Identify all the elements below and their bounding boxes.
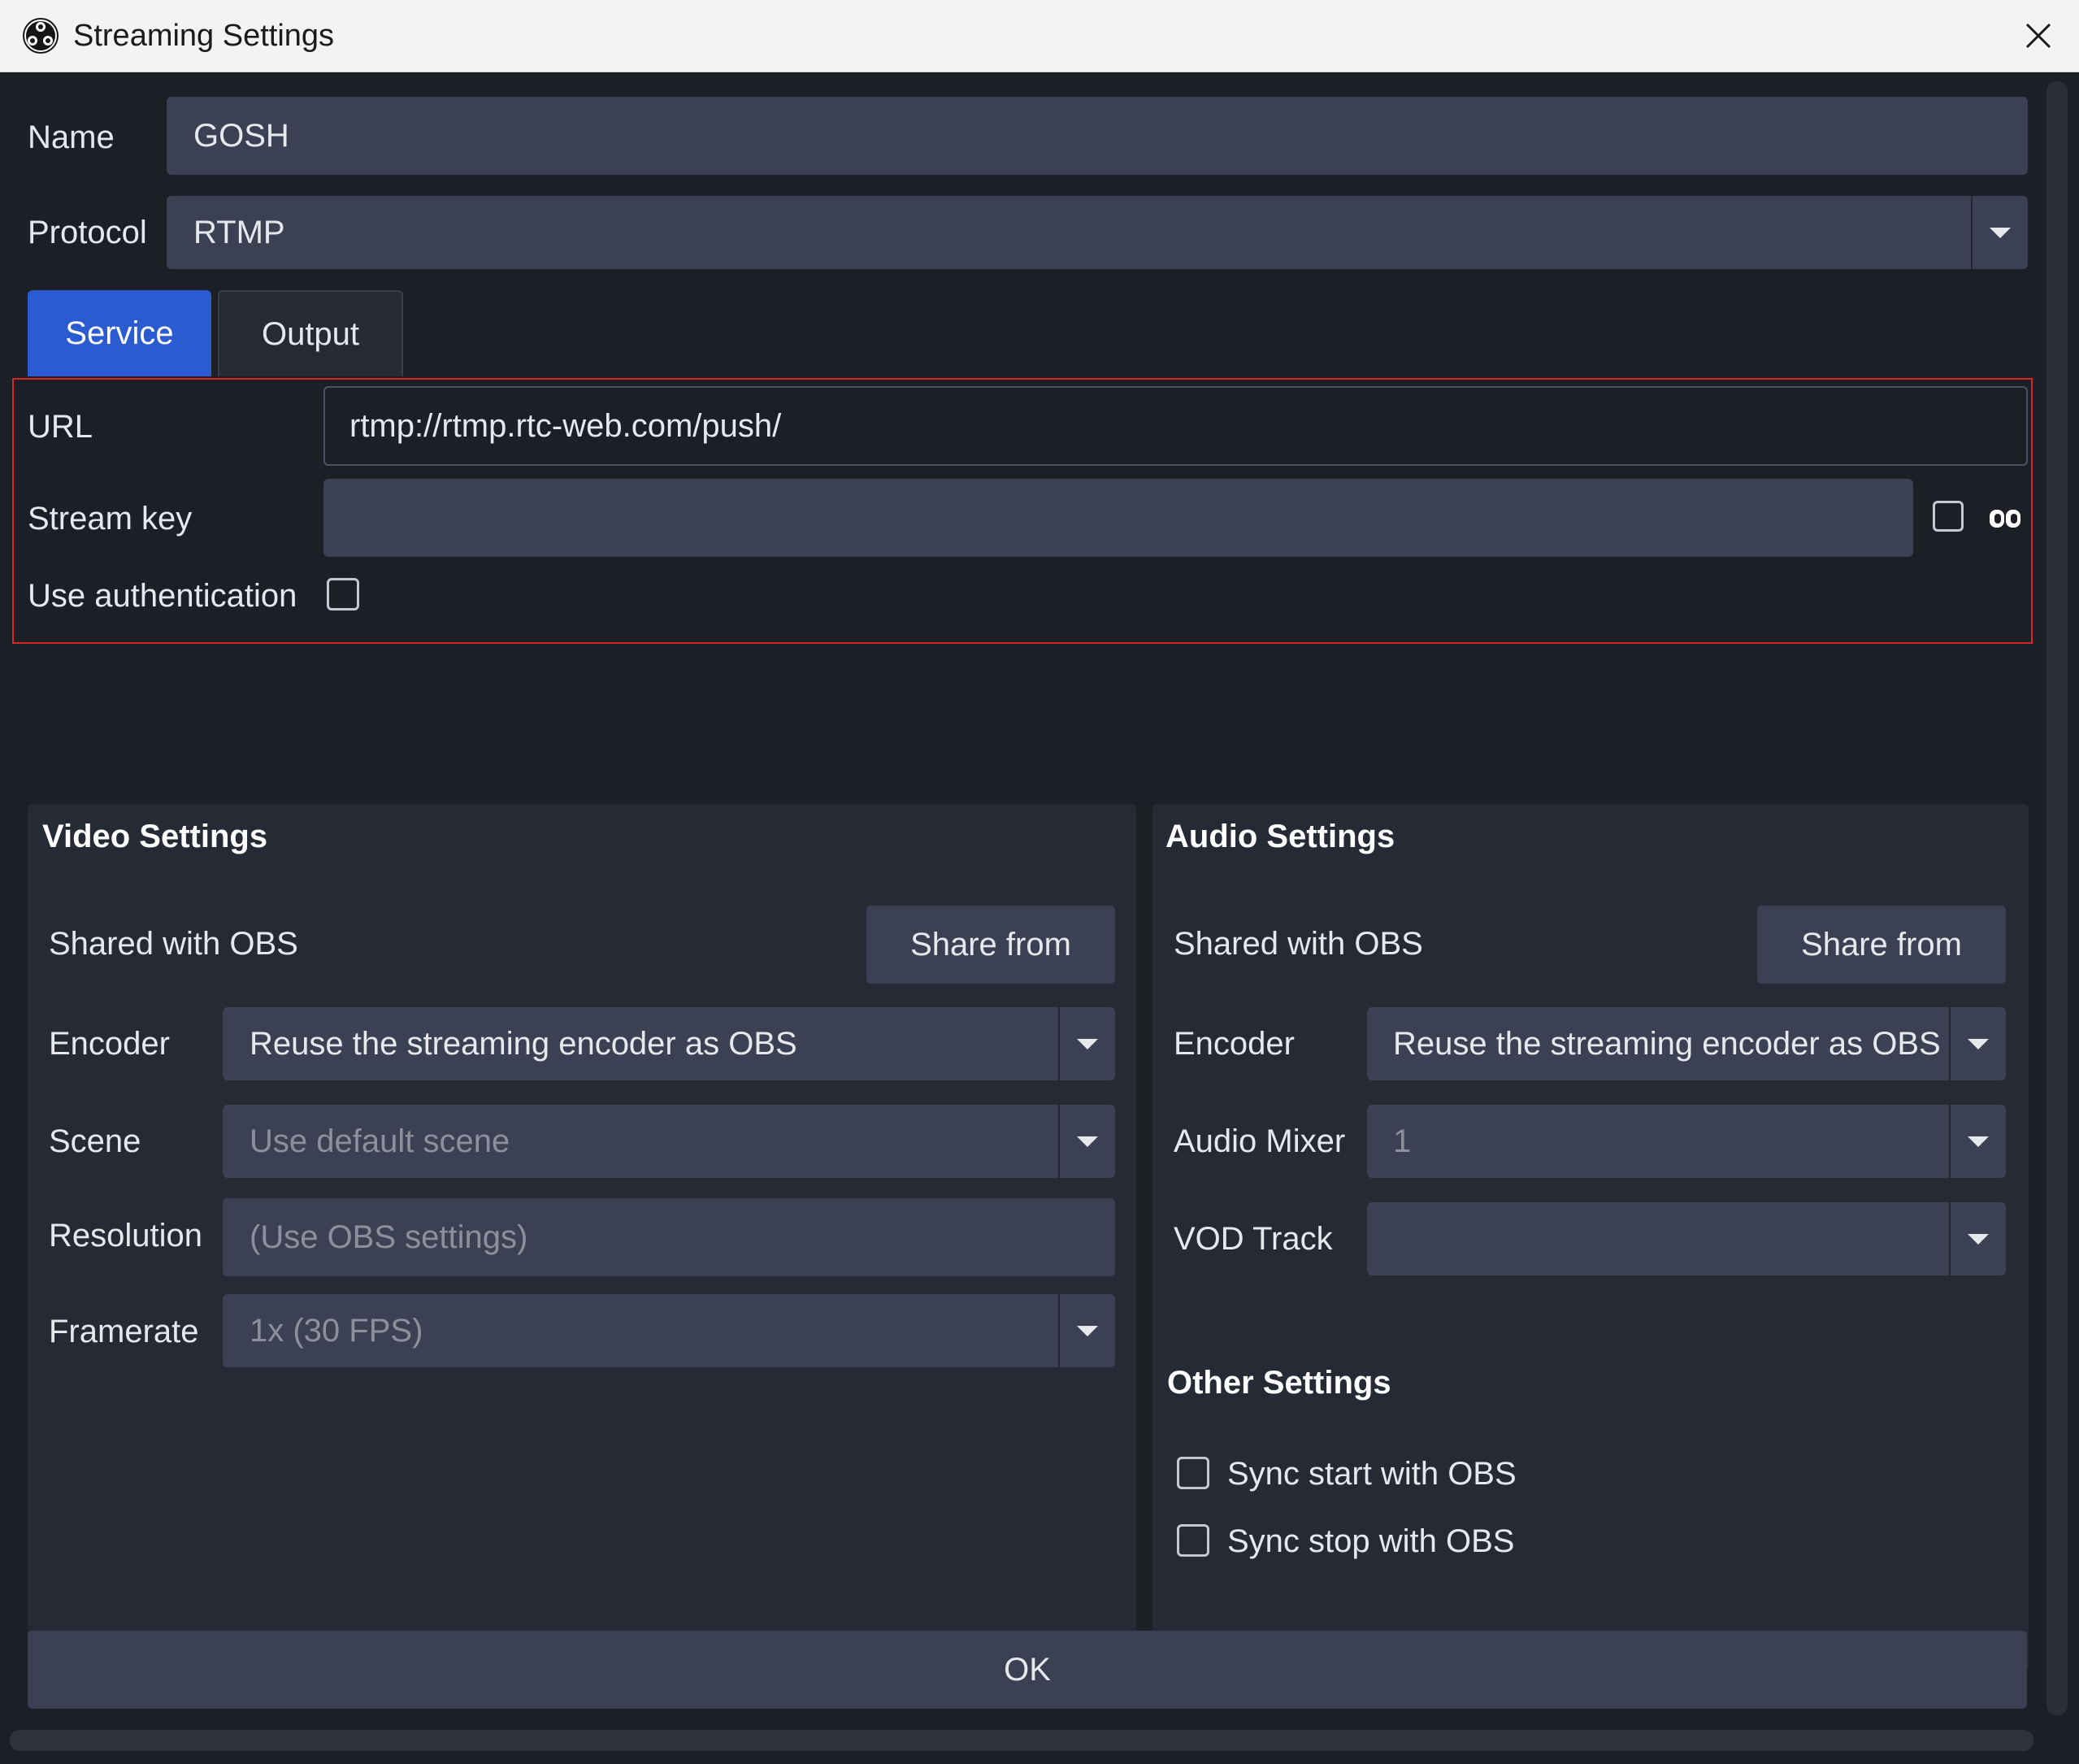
chevron-down-icon[interactable] — [1971, 196, 2028, 269]
chevron-down-icon[interactable] — [1949, 1105, 2006, 1178]
audio-mixer-label: Audio Mixer — [1174, 1123, 1346, 1159]
sync-stop-checkbox[interactable] — [1177, 1524, 1209, 1557]
audio-shared-label: Shared with OBS — [1174, 926, 1423, 962]
stream-key-input[interactable] — [323, 479, 1913, 557]
chevron-down-icon[interactable] — [1058, 1105, 1115, 1178]
show-key-eye-icon[interactable] — [1988, 503, 2024, 532]
title-bar: Streaming Settings — [0, 0, 2079, 72]
video-resolution-input[interactable]: (Use OBS settings) — [223, 1198, 1115, 1276]
video-settings-title: Video Settings — [42, 819, 268, 854]
vertical-scrollbar[interactable] — [2046, 81, 2068, 1715]
video-scene-select[interactable]: Use default scene — [223, 1105, 1115, 1178]
protocol-select[interactable]: RTMP — [167, 196, 2028, 269]
vod-track-label: VOD Track — [1174, 1221, 1333, 1257]
tab-service[interactable]: Service — [28, 290, 211, 376]
video-scene-value: Use default scene — [250, 1123, 510, 1159]
video-scene-label: Scene — [49, 1123, 141, 1159]
stream-key-label: Stream key — [28, 501, 193, 537]
chevron-down-icon[interactable] — [1949, 1202, 2006, 1275]
audio-mixer-select[interactable]: 1 — [1367, 1105, 2006, 1178]
video-shared-label: Shared with OBS — [49, 926, 298, 962]
audio-encoder-label: Encoder — [1174, 1026, 1295, 1062]
chevron-down-icon[interactable] — [1058, 1007, 1115, 1080]
video-resolution-label: Resolution — [49, 1218, 203, 1253]
show-key-checkbox[interactable] — [1933, 501, 1964, 532]
close-icon — [2025, 23, 2051, 49]
sync-start-label: Sync start with OBS — [1227, 1456, 1517, 1492]
vod-track-select[interactable] — [1367, 1202, 2006, 1275]
protocol-label: Protocol — [28, 215, 147, 250]
obs-logo-icon — [21, 16, 60, 55]
sync-stop-label: Sync stop with OBS — [1227, 1523, 1515, 1559]
sync-start-checkbox[interactable] — [1177, 1457, 1209, 1489]
ok-button[interactable]: OK — [28, 1631, 2027, 1709]
audio-encoder-value: Reuse the streaming encoder as OBS — [1393, 1026, 1941, 1062]
url-input[interactable]: rtmp://rtmp.rtc-web.com/push/ — [323, 386, 2028, 466]
dialog-content: Name GOSH Protocol RTMP Service Output U… — [0, 72, 2079, 1764]
streaming-settings-window: Streaming Settings Name GOSH Protocol RT… — [0, 0, 2079, 1764]
tab-output[interactable]: Output — [218, 290, 403, 376]
video-share-from-button[interactable]: Share from — [866, 906, 1115, 984]
audio-mixer-value: 1 — [1393, 1123, 1412, 1159]
video-encoder-label: Encoder — [49, 1026, 170, 1062]
chevron-down-icon[interactable] — [1949, 1007, 2006, 1080]
video-encoder-select[interactable]: Reuse the streaming encoder as OBS — [223, 1007, 1115, 1080]
video-encoder-value: Reuse the streaming encoder as OBS — [250, 1026, 797, 1062]
audio-settings-title: Audio Settings — [1165, 819, 1395, 854]
use-auth-label: Use authentication — [28, 578, 297, 614]
name-label: Name — [28, 119, 115, 155]
name-input[interactable]: GOSH — [167, 97, 2028, 175]
window-title: Streaming Settings — [73, 19, 335, 53]
chevron-down-icon[interactable] — [1058, 1294, 1115, 1367]
other-settings-title: Other Settings — [1167, 1365, 1391, 1401]
use-auth-checkbox[interactable] — [327, 578, 359, 610]
protocol-value: RTMP — [193, 215, 285, 250]
video-framerate-select[interactable]: 1x (30 FPS) — [223, 1294, 1115, 1367]
close-button[interactable] — [1998, 0, 2079, 72]
video-framerate-value: 1x (30 FPS) — [250, 1313, 423, 1349]
audio-settings-panel — [1152, 804, 2029, 1397]
audio-encoder-select[interactable]: Reuse the streaming encoder as OBS — [1367, 1007, 2006, 1080]
horizontal-scrollbar[interactable] — [10, 1730, 2033, 1751]
url-label: URL — [28, 409, 93, 445]
audio-share-from-button[interactable]: Share from — [1757, 906, 2006, 984]
video-framerate-label: Framerate — [49, 1314, 199, 1349]
